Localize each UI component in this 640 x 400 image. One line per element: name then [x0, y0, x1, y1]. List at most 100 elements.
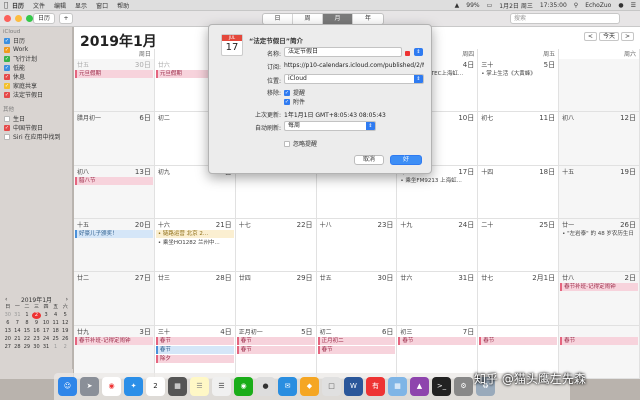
mini-day[interactable]: 6	[3, 320, 13, 327]
mini-day[interactable]: 30	[3, 312, 13, 319]
calendar-event[interactable]: 除夕	[155, 354, 234, 363]
qq-icon[interactable]: ●	[256, 377, 275, 396]
day-cell[interactable]: 正月初一 5日 春节 春节	[235, 325, 317, 379]
sidebar-calendar-item[interactable]: Siri 在应用中找到	[0, 132, 72, 141]
calendar-checkbox[interactable]: ✓	[4, 124, 10, 131]
reminders-icon[interactable]: ☰	[212, 377, 231, 396]
search-icon[interactable]: ⚲	[574, 2, 578, 9]
sketch-icon[interactable]: ◆	[300, 377, 319, 396]
mini-day[interactable]: 25	[51, 336, 61, 343]
system-preferences-icon[interactable]: ⚙	[454, 377, 473, 396]
mini-day[interactable]: 12	[60, 320, 70, 327]
mini-day[interactable]: 21	[13, 336, 23, 343]
color-swatch[interactable]	[405, 51, 410, 56]
mini-day[interactable]: 11	[51, 320, 61, 327]
day-cell[interactable]: 三十 5日 • 掌上生活《大黄蜂》	[478, 59, 560, 113]
calendar-event[interactable]: 好豪儿子颁奖！	[75, 230, 153, 238]
terminal-icon[interactable]: >_	[432, 377, 451, 396]
view-day-tab[interactable]: 日	[263, 14, 293, 24]
mini-day[interactable]: 23	[32, 336, 42, 343]
day-cell[interactable]: 十八 23日	[316, 219, 398, 273]
menu-window[interactable]: 窗口	[96, 1, 108, 10]
notes-icon[interactable]: ☰	[190, 377, 209, 396]
calendar-checkbox[interactable]	[4, 115, 10, 122]
day-cell[interactable]: 廿五 30日 元旦假期	[74, 59, 155, 113]
day-cell[interactable]: 十九 24日	[397, 219, 479, 273]
calendar-event[interactable]: • 乘坐HO1282 兰州中...	[156, 239, 234, 247]
dingtalk-icon[interactable]: ✉	[278, 377, 297, 396]
mini-day[interactable]: 30	[32, 344, 42, 351]
mini-day[interactable]: 16	[32, 328, 42, 335]
close-window-button[interactable]	[4, 15, 11, 22]
calendar-event[interactable]: 元旦假期	[75, 70, 153, 78]
day-cell[interactable]: 廿七 2月1日	[478, 272, 560, 326]
cancel-button[interactable]: 取消	[354, 155, 384, 165]
mini-day[interactable]: 14	[13, 328, 23, 335]
notification-center-icon[interactable]: ☰	[631, 2, 636, 9]
finder-icon[interactable]: ☺	[58, 377, 77, 396]
mini-day[interactable]: 18	[51, 328, 61, 335]
sidebar-calendar-item[interactable]: 生日	[0, 114, 72, 123]
day-cell[interactable]: 十五 20日 好豪儿子颁奖！	[74, 219, 155, 273]
app-store-icon[interactable]: ▲	[410, 377, 429, 396]
day-cell[interactable]: 十七 22日	[235, 219, 317, 273]
mini-day[interactable]: 4	[51, 312, 61, 319]
mini-day[interactable]: 1	[22, 312, 32, 319]
calendar-event[interactable]: 腊八节	[75, 176, 153, 185]
today-button[interactable]: 今天	[598, 32, 619, 41]
day-cell[interactable]: 廿六 31日	[397, 272, 479, 326]
word-icon[interactable]: W	[344, 377, 363, 396]
mini-next-icon[interactable]: ›	[66, 296, 68, 303]
calendar-event[interactable]: • 链路运营 北京 2...	[155, 230, 234, 238]
day-cell[interactable]: 十五 19日	[559, 165, 640, 219]
view-week-tab[interactable]: 周	[293, 14, 323, 24]
files-icon[interactable]: ▦	[388, 377, 407, 396]
day-cell[interactable]: 初七 11日	[478, 112, 560, 166]
calendar-event[interactable]: • 掌上生活《大黄蜂》	[479, 70, 557, 78]
mini-day[interactable]: 5	[60, 312, 70, 319]
mini-day[interactable]: 1	[51, 344, 61, 351]
menu-edit[interactable]: 编辑	[54, 1, 66, 10]
calendar-icon[interactable]: 2	[146, 377, 165, 396]
calendar-checkbox[interactable]: ✓	[4, 46, 10, 53]
mini-day[interactable]: 26	[60, 336, 70, 343]
safari-icon[interactable]: ✦	[124, 377, 143, 396]
menu-user[interactable]: EchoZuo	[585, 2, 611, 9]
preview-icon[interactable]: □	[322, 377, 341, 396]
mini-day[interactable]: 22	[22, 336, 32, 343]
view-year-tab[interactable]: 年	[353, 14, 383, 24]
remove-alerts-checkbox[interactable]: ✓ 提醒	[284, 88, 305, 97]
calendar-event[interactable]: 春节	[155, 345, 234, 354]
chrome-icon[interactable]: ◉	[102, 377, 121, 396]
calendar-checkbox[interactable]: ✓	[4, 91, 10, 98]
search-input[interactable]: 搜索	[510, 13, 620, 24]
menu-file[interactable]: 文件	[33, 1, 45, 10]
sidebar-calendar-item[interactable]: ✓ 飞行计划	[0, 54, 72, 63]
zoom-window-button[interactable]	[26, 15, 33, 22]
day-cell[interactable]: 二十 25日	[478, 219, 560, 273]
mini-day[interactable]: 8	[22, 320, 32, 327]
calendar-event[interactable]: 春节	[236, 336, 315, 345]
calendar-checkbox[interactable]: ✓	[4, 64, 10, 71]
menu-help[interactable]: 帮助	[117, 1, 129, 10]
app-icon[interactable]: ▦	[168, 377, 187, 396]
calendar-event[interactable]: 春节	[236, 345, 315, 354]
calendar-event[interactable]: 正月初二	[317, 336, 396, 345]
ignore-alerts-checkbox[interactable]: 忽略提醒	[284, 139, 317, 148]
mini-day[interactable]: 7	[13, 320, 23, 327]
calendar-checkbox[interactable]: ✓	[4, 73, 10, 80]
calendar-event[interactable]: • "左岩泰" 的 48 岁农历生日	[560, 230, 638, 238]
sidebar-calendar-item[interactable]: ✓ 日历	[0, 36, 72, 45]
minimize-window-button[interactable]	[15, 15, 22, 22]
mini-day[interactable]: 31	[41, 344, 51, 351]
calendar-event[interactable]: • 乘坐FM9213 上海虹...	[398, 177, 476, 185]
next-month-button[interactable]: >	[620, 32, 634, 41]
remove-attachments-checkbox[interactable]: ✓ 附件	[284, 97, 305, 106]
calendar-event[interactable]: 春节补班-记得定闹钟	[560, 283, 638, 292]
calendar-event[interactable]: 春节	[155, 336, 234, 345]
mini-day[interactable]: 15	[22, 328, 32, 335]
calendar-event[interactable]: 春节	[317, 345, 396, 354]
calendar-event[interactable]: 春节	[479, 336, 558, 345]
day-cell[interactable]: 三十 4日 春节 春节 除夕	[154, 325, 236, 379]
day-cell[interactable]	[559, 59, 640, 113]
